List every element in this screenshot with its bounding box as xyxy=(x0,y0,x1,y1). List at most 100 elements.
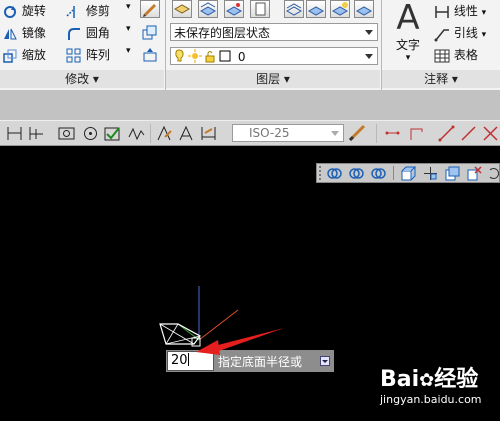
layer-off-button[interactable] xyxy=(330,0,350,18)
chevron-down-icon[interactable]: ▾ xyxy=(482,30,487,40)
watermark-url: jingyan.baidu.com xyxy=(380,393,482,406)
point-icon[interactable] xyxy=(384,125,401,142)
chevron-down-icon[interactable]: ▾ xyxy=(482,8,487,18)
toolbar-grip[interactable] xyxy=(319,166,325,180)
tab-strip xyxy=(0,90,500,120)
arc-length-icon[interactable] xyxy=(58,125,75,142)
options-dropdown-button[interactable] xyxy=(320,356,330,366)
offset-face-icon[interactable] xyxy=(445,166,460,181)
array-button[interactable]: 阵列 ▾ xyxy=(66,46,131,64)
copy-button[interactable] xyxy=(142,25,158,41)
watermark-brand-suffix: 经验 xyxy=(434,367,479,392)
dynamic-input-value: 20 xyxy=(171,353,188,368)
layer-match-button[interactable] xyxy=(224,0,244,18)
array-dropdown-icon[interactable]: ▾ xyxy=(126,46,131,56)
stretch-icon xyxy=(143,48,157,62)
delete-face-icon[interactable] xyxy=(467,166,482,181)
ribbon: 旋转 镜像 缩放 修剪 ▾ 圆角 ▾ 阵列 ▾ 修改 ▾ 未保存的图层状态 0 … xyxy=(0,0,500,90)
line-icon[interactable] xyxy=(438,125,455,142)
radius-dim-icon[interactable] xyxy=(82,125,99,142)
layer-freeze-icon xyxy=(307,6,325,16)
mirror-button[interactable]: 镜像 xyxy=(2,24,46,42)
jogged-dim-icon[interactable] xyxy=(104,125,121,142)
layer-previous-icon xyxy=(255,2,266,16)
fillet-dropdown-icon[interactable]: ▾ xyxy=(126,24,131,34)
watermark: Bai✿经验 jingyan.baidu.com xyxy=(380,368,482,407)
extrude-face-icon[interactable] xyxy=(401,166,416,181)
layer-freeze-button[interactable] xyxy=(306,0,326,18)
linear-dim-icon[interactable] xyxy=(6,125,23,142)
polyline-icon[interactable] xyxy=(408,125,425,142)
layer-state-button[interactable] xyxy=(198,0,218,18)
aligned-dim-icon[interactable] xyxy=(28,125,45,142)
text-label: 文字 xyxy=(395,38,420,52)
chevron-down-icon: ▾ xyxy=(451,72,458,86)
text-button[interactable]: A 文字 ▾ xyxy=(386,0,430,68)
rotate-label: 旋转 xyxy=(21,4,46,18)
scale-icon xyxy=(3,49,17,63)
copy-icon xyxy=(142,25,157,40)
dim-style-button[interactable] xyxy=(348,124,370,143)
angular-dim-icon[interactable] xyxy=(128,125,145,142)
layers-panel-title[interactable]: 图层 ▾ xyxy=(166,70,380,88)
trim-dropdown-icon[interactable]: ▾ xyxy=(126,2,131,12)
intersect-solid-icon[interactable] xyxy=(371,166,386,181)
layer-state-select[interactable]: 未保存的图层状态 xyxy=(170,23,378,41)
text-a-icon: A xyxy=(396,0,420,38)
leader-label: 引线 xyxy=(453,26,478,40)
pointer-arrow xyxy=(196,328,284,355)
array-icon xyxy=(66,48,81,62)
erase-button[interactable] xyxy=(140,0,160,18)
linear-label: 线性 xyxy=(453,4,478,18)
intersect-icon[interactable] xyxy=(482,125,499,142)
chevron-down-icon xyxy=(365,30,373,35)
layers-panel-label: 图层 xyxy=(256,72,281,86)
layer-state-value: 未保存的图层状态 xyxy=(174,26,271,40)
union-icon[interactable] xyxy=(327,166,342,181)
layer-previous-button[interactable] xyxy=(250,0,270,18)
layer-status-icons xyxy=(175,49,231,63)
annotation-panel-title[interactable]: 注释 ▾ xyxy=(382,70,500,88)
paw-icon: ✿ xyxy=(419,370,435,391)
stretch-button[interactable] xyxy=(142,47,158,63)
move-face-icon[interactable] xyxy=(423,166,438,181)
dim-style-select[interactable]: ISO-25 xyxy=(232,124,344,142)
scale-button[interactable]: 缩放 xyxy=(2,46,46,64)
construction-line-icon[interactable] xyxy=(460,125,477,142)
trim-icon xyxy=(66,5,75,18)
dim-text-position-icon[interactable] xyxy=(178,125,195,142)
layer-properties-button[interactable] xyxy=(172,0,192,18)
edit-dim-text-icon[interactable] xyxy=(156,125,173,142)
fillet-label: 圆角 xyxy=(85,26,110,40)
layer-select[interactable]: 0 xyxy=(170,47,378,65)
trim-button[interactable]: 修剪 ▾ xyxy=(66,2,131,20)
layers-icon xyxy=(173,4,191,14)
table-button[interactable]: 表格 xyxy=(434,46,478,64)
modify-panel-label: 修改 xyxy=(65,72,90,86)
rotate-face-icon[interactable] xyxy=(487,166,500,181)
chevron-down-icon: ▾ xyxy=(405,53,411,63)
array-label: 阵列 xyxy=(85,48,110,62)
rotate-button[interactable]: 旋转 xyxy=(2,2,46,20)
chevron-down-icon: ▾ xyxy=(92,72,99,86)
layer-state-icon xyxy=(199,2,217,16)
mirror-icon xyxy=(4,28,17,39)
annotation-panel-label: 注释 xyxy=(424,72,449,86)
dim-style-value: ISO-25 xyxy=(249,126,290,140)
table-label: 表格 xyxy=(453,48,478,62)
modify-panel-title[interactable]: 修改 ▾ xyxy=(0,70,164,88)
subtract-icon[interactable] xyxy=(349,166,364,181)
rotate-icon xyxy=(4,5,16,18)
toolbar-divider xyxy=(393,166,394,180)
trim-label: 修剪 xyxy=(85,4,110,18)
layer-isolate-button[interactable] xyxy=(284,0,304,18)
leader-button[interactable]: 引线 ▾ xyxy=(434,24,486,42)
fillet-button[interactable]: 圆角 ▾ xyxy=(66,24,131,42)
linear-dimension-icon xyxy=(435,5,449,18)
dim-update-icon[interactable] xyxy=(200,125,217,142)
modeling-toolbar xyxy=(316,163,500,183)
linear-dim-button[interactable]: 线性 ▾ xyxy=(434,2,486,20)
layer-lock-button[interactable] xyxy=(354,0,374,18)
layer-off-icon xyxy=(331,2,349,16)
chevron-down-icon xyxy=(322,360,328,363)
